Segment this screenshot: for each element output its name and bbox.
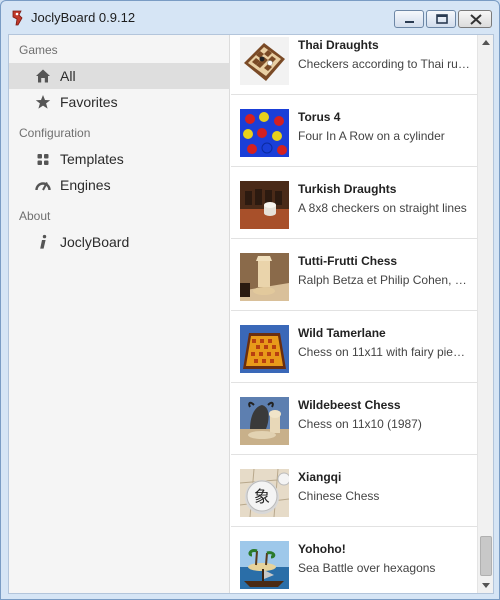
game-title: Tutti-Frutti Chess <box>298 254 398 268</box>
game-description: A 8x8 checkers on straight lines <box>298 201 467 215</box>
sidebar-item-label: All <box>60 68 76 84</box>
app-logo-icon <box>12 10 23 26</box>
sidebar-item-joclyboard[interactable]: JoclyBoard <box>9 229 230 255</box>
minimize-button[interactable] <box>394 10 424 28</box>
yohoho-thumbnail <box>240 541 289 589</box>
close-button[interactable] <box>458 10 492 28</box>
section-label-games: Games <box>19 43 58 57</box>
game-title: Yohoho! <box>298 542 346 556</box>
sidebar-item-label: Engines <box>60 177 111 193</box>
scroll-down-icon[interactable] <box>478 577 494 593</box>
sidebar-item-label: JoclyBoard <box>60 234 130 250</box>
game-description: Checkers according to Thai rules <box>298 57 470 71</box>
xiangqi-piece-glyph: 象 <box>254 487 270 506</box>
scrollbar-thumb[interactable] <box>480 536 492 576</box>
list-item[interactable]: Thai Draughts Checkers according to Thai… <box>231 35 477 95</box>
game-title: Thai Draughts <box>298 38 379 52</box>
sidebar-item-favorites[interactable]: Favorites <box>9 89 230 115</box>
section-label-about: About <box>19 209 51 223</box>
game-description: Four In A Row on a cylinder <box>298 129 445 143</box>
home-icon <box>36 69 50 83</box>
game-title: Wildebeest Chess <box>298 398 401 412</box>
list-item[interactable]: Wild Tamerlane Chess on 11x11 with fairy… <box>231 311 477 383</box>
game-description: Ralph Betza et Philip Cohen, 1978 <box>298 273 470 287</box>
sidebar: Games All Favorites Configuration Templa… <box>9 35 230 593</box>
game-list: Thai Draughts Checkers according to Thai… <box>231 35 477 593</box>
title-bar[interactable]: JoclyBoard 0.9.12 <box>1 1 499 33</box>
game-title: Wild Tamerlane <box>298 326 386 340</box>
game-description: Chess on 11x11 with fairy pieces <box>298 345 470 359</box>
section-label-configuration: Configuration <box>19 126 91 140</box>
app-window: JoclyBoard 0.9.12 Games All Favorites Co… <box>0 0 500 600</box>
list-item[interactable]: Yohoho! Sea Battle over hexagons <box>231 527 477 593</box>
wild-tamerlane-thumbnail <box>240 325 289 373</box>
game-description: Sea Battle over hexagons <box>298 561 436 575</box>
game-description: Chess on 11x10 (1987) <box>298 417 422 431</box>
main-content: Games All Favorites Configuration Templa… <box>8 34 494 594</box>
window-title: JoclyBoard 0.9.12 <box>31 10 136 25</box>
game-title: Torus 4 <box>298 110 341 124</box>
game-title: Xiangqi <box>298 470 342 484</box>
maximize-button[interactable] <box>426 10 456 28</box>
star-icon <box>35 95 51 109</box>
game-description: Chinese Chess <box>298 489 380 503</box>
grid-icon <box>37 154 49 165</box>
sidebar-item-label: Templates <box>60 151 124 167</box>
gauge-icon <box>35 182 51 191</box>
list-item[interactable]: Tutti-Frutti Chess Ralph Betza et Philip… <box>231 239 477 311</box>
scroll-up-icon[interactable] <box>478 35 494 51</box>
close-icon <box>470 14 482 25</box>
vertical-scrollbar[interactable] <box>477 35 493 593</box>
sidebar-item-templates[interactable]: Templates <box>9 146 230 172</box>
list-item[interactable]: Turkish Draughts A 8x8 checkers on strai… <box>231 167 477 239</box>
sidebar-item-all[interactable]: All <box>9 63 230 89</box>
list-item[interactable]: Wildebeest Chess Chess on 11x10 (1987) <box>231 383 477 455</box>
wildebeest-chess-thumbnail <box>240 397 289 445</box>
maximize-icon <box>436 14 448 24</box>
sidebar-item-label: Favorites <box>60 94 118 110</box>
info-icon <box>40 234 47 249</box>
list-item[interactable]: Torus 4 Four In A Row on a cylinder <box>231 95 477 167</box>
xiangqi-thumbnail: 象 <box>240 469 289 517</box>
list-item[interactable]: 象 Xiangqi Chinese Chess <box>231 455 477 527</box>
minimize-icon <box>405 21 414 23</box>
game-title: Turkish Draughts <box>298 182 397 196</box>
turkish-draughts-thumbnail <box>240 181 289 229</box>
sidebar-item-engines[interactable]: Engines <box>9 172 230 198</box>
thai-draughts-thumbnail <box>240 37 289 85</box>
torus-4-thumbnail <box>240 109 289 157</box>
tutti-frutti-chess-thumbnail <box>240 253 289 301</box>
